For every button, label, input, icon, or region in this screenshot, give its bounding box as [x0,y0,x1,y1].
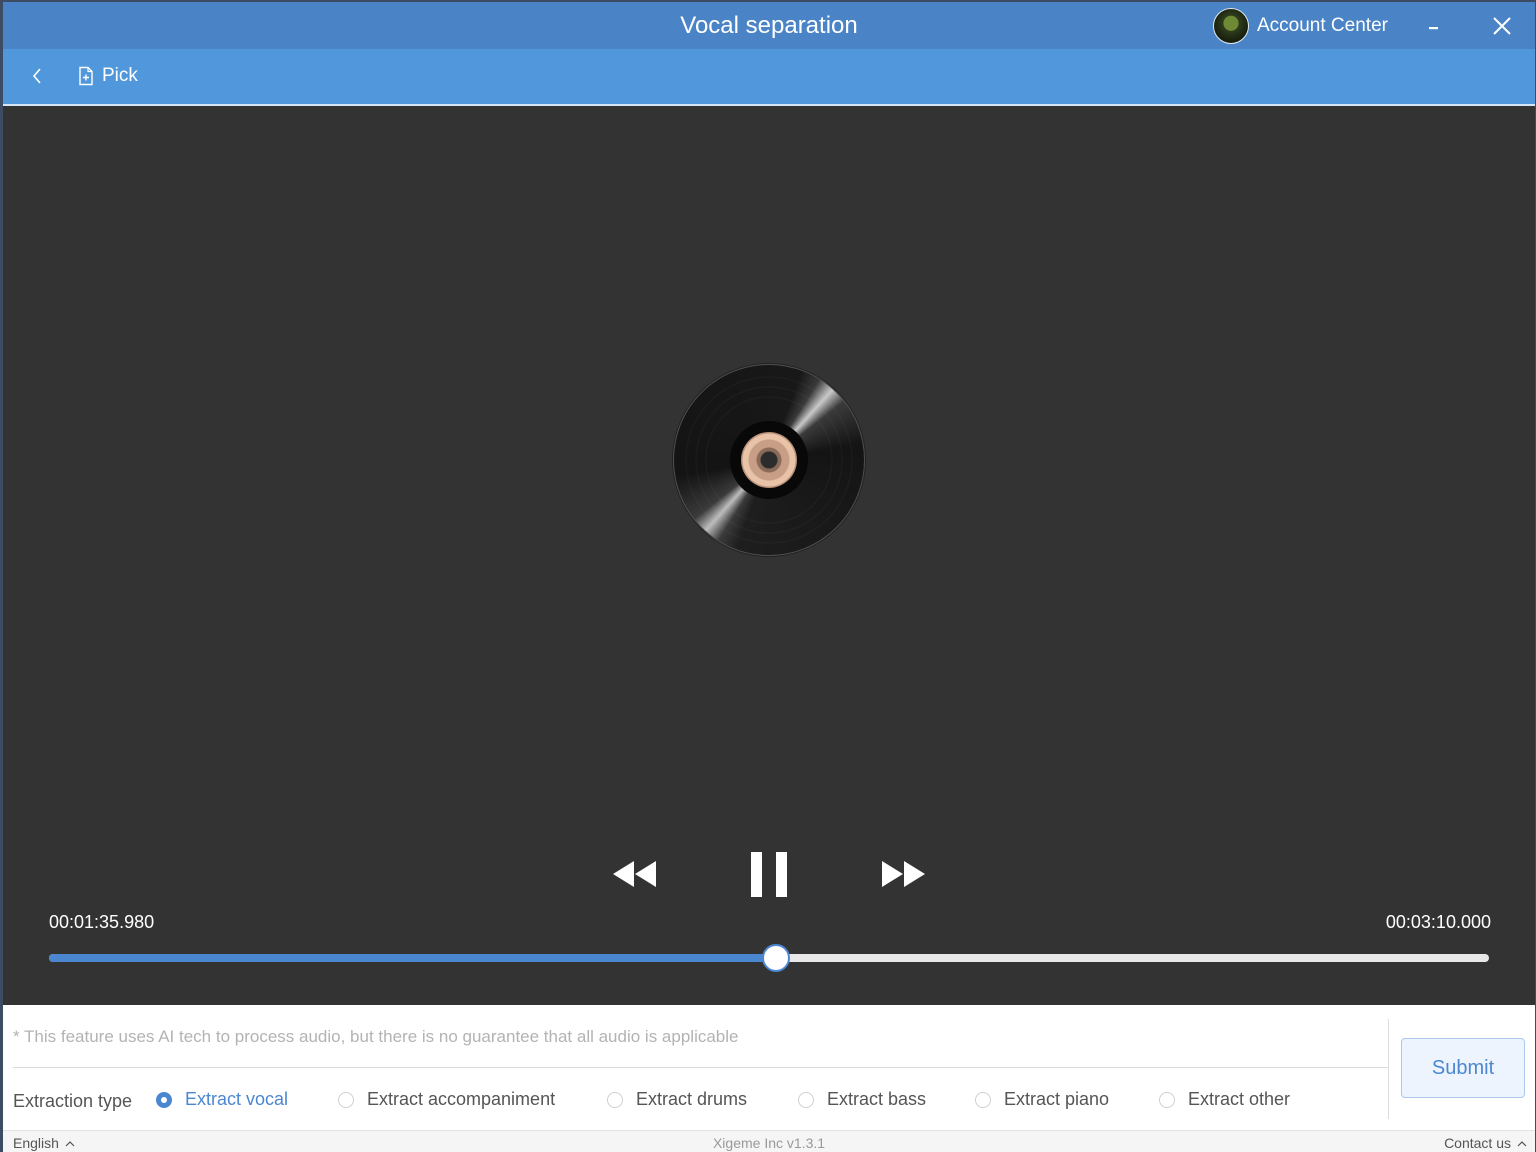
radio-icon [156,1091,172,1108]
title-bar: Vocal separation Account Center [3,2,1535,49]
divider [13,1067,1388,1068]
radio-extract-bass[interactable]: Extract bass [798,1089,926,1110]
radio-extract-piano[interactable]: Extract piano [975,1089,1109,1110]
pause-button[interactable] [747,848,791,900]
minimize-icon [1429,26,1438,29]
pause-icon [751,852,787,897]
radio-label: Extract bass [827,1089,927,1109]
contact-label: Contact us [1444,1135,1511,1151]
total-time: 00:03:10.000 [1385,912,1491,932]
fast-forward-icon [882,861,925,887]
ai-notice: * This feature uses AI tech to process a… [13,1027,739,1046]
disc-center [741,432,797,488]
radio-label: Extract piano [1004,1089,1110,1109]
toolbar: Pick [3,49,1535,106]
options-panel: * This feature uses AI tech to process a… [3,1005,1535,1130]
pick-label: Pick [102,65,138,86]
current-time: 00:01:35.980 [49,912,155,932]
chevron-left-icon [32,68,41,84]
contact-us-button[interactable]: Contact us [1444,1135,1527,1151]
progress-fill [49,954,777,962]
chevron-up-icon [1517,1140,1527,1146]
account-center-label: Account Center [1257,15,1388,36]
divider [1388,1019,1389,1119]
radio-extract-other[interactable]: Extract other [1159,1089,1290,1110]
radio-label: Extract drums [636,1089,748,1109]
account-center-button[interactable]: Account Center [1213,8,1388,44]
radio-label: Extract vocal [185,1089,289,1109]
close-icon [1493,16,1511,35]
disc-label [730,421,808,499]
app-window: Vocal separation Account Center Pick 00:… [3,2,1535,1152]
radio-extract-accompaniment[interactable]: Extract accompaniment [338,1089,555,1110]
vinyl-disc-icon [673,364,865,556]
radio-icon [798,1091,814,1108]
player-area: 00:01:35.980 00:03:10.000 [3,106,1535,1005]
submit-button[interactable]: Submit [1401,1038,1525,1098]
radio-label: Extract other [1188,1089,1291,1109]
pick-file-button[interactable]: Pick [77,61,138,91]
minimize-button[interactable] [1411,2,1457,49]
back-button[interactable] [23,61,51,91]
avatar [1213,8,1249,44]
file-add-icon [79,66,93,86]
extraction-type-label: Extraction type [13,1091,133,1111]
radio-icon [975,1091,991,1108]
radio-label: Extract accompaniment [367,1089,556,1109]
radio-icon [1159,1091,1175,1108]
progress-thumb[interactable] [762,944,791,972]
radio-icon [607,1091,623,1108]
progress-slider[interactable] [49,944,1489,972]
radio-extract-drums[interactable]: Extract drums [607,1089,747,1110]
close-button[interactable] [1479,2,1525,49]
rewind-button[interactable] [609,856,659,892]
status-bar: English Xigeme Inc v1.3.1 Contact us [3,1130,1535,1152]
rewind-icon [613,861,656,887]
radio-icon [338,1091,354,1108]
fast-forward-button[interactable] [879,856,929,892]
version-label: Xigeme Inc v1.3.1 [712,1135,826,1151]
radio-extract-vocal[interactable]: Extract vocal [156,1089,288,1110]
